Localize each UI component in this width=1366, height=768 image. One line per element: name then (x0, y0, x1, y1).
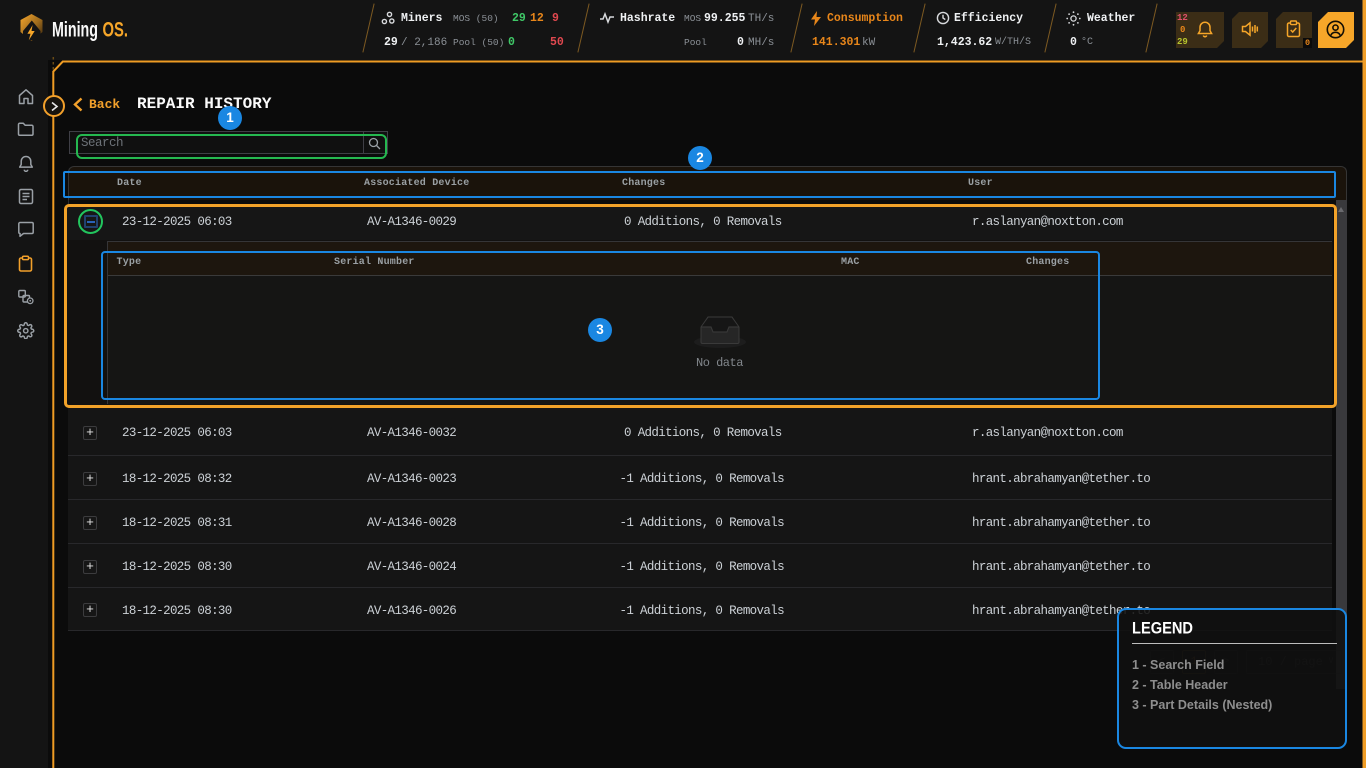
svg-text:LEGEND: LEGEND (1132, 620, 1193, 638)
